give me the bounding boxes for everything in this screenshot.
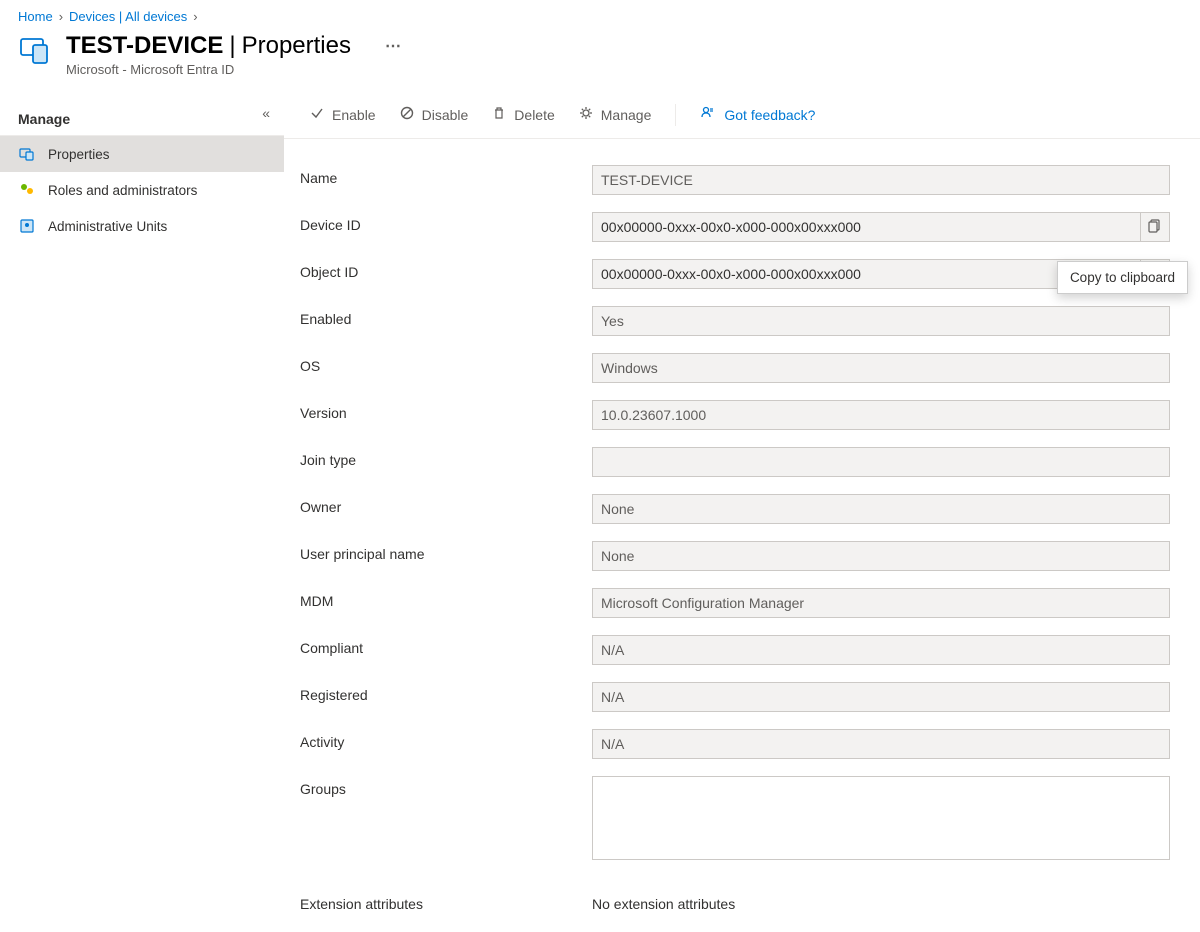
label-mdm: MDM xyxy=(300,588,592,609)
checkmark-icon xyxy=(310,106,324,123)
row-join-type: Join type xyxy=(300,447,1170,477)
admin-units-icon xyxy=(18,217,36,235)
row-mdm: MDM xyxy=(300,588,1170,618)
input-enabled[interactable] xyxy=(592,306,1170,336)
breadcrumb: Home › Devices | All devices › xyxy=(0,0,1200,26)
row-device-id: Device ID xyxy=(300,212,1170,242)
label-os: OS xyxy=(300,353,592,374)
page-title-section: Properties xyxy=(242,32,351,60)
gear-icon xyxy=(579,106,593,123)
sidebar-heading: Manage xyxy=(0,101,284,136)
copy-tooltip: Copy to clipboard xyxy=(1057,261,1188,294)
page-subtitle: Microsoft - Microsoft Entra ID xyxy=(66,62,403,77)
input-join-type[interactable] xyxy=(592,447,1170,477)
collapse-sidebar-button[interactable]: « xyxy=(262,105,270,121)
page-header: TEST-DEVICE | Properties ⋯ Microsoft - M… xyxy=(0,26,1200,91)
breadcrumb-devices[interactable]: Devices | All devices xyxy=(69,9,187,24)
label-upn: User principal name xyxy=(300,541,592,562)
input-owner[interactable] xyxy=(592,494,1170,524)
input-groups[interactable] xyxy=(592,776,1170,860)
label-join-type: Join type xyxy=(300,447,592,468)
label-ext-attrs: Extension attributes xyxy=(300,891,592,912)
copy-icon xyxy=(1148,219,1162,236)
copy-device-id-button[interactable] xyxy=(1140,212,1170,242)
row-object-id: Object ID xyxy=(300,259,1170,289)
label-owner: Owner xyxy=(300,494,592,515)
sidebar-item-label: Roles and administrators xyxy=(48,183,197,198)
page-title: TEST-DEVICE | Properties ⋯ xyxy=(66,32,403,60)
trash-icon xyxy=(492,106,506,123)
row-registered: Registered xyxy=(300,682,1170,712)
more-actions-button[interactable]: ⋯ xyxy=(385,36,403,56)
disable-button[interactable]: Disable xyxy=(390,100,479,129)
input-upn[interactable] xyxy=(592,541,1170,571)
sidebar-item-label: Administrative Units xyxy=(48,219,167,234)
toolbar: Enable Disable Delete Manage xyxy=(284,91,1200,139)
row-upn: User principal name xyxy=(300,541,1170,571)
disable-icon xyxy=(400,106,414,123)
label-activity: Activity xyxy=(300,729,592,750)
input-os[interactable] xyxy=(592,353,1170,383)
row-groups: Groups xyxy=(300,776,1170,860)
label-enabled: Enabled xyxy=(300,306,592,327)
row-owner: Owner xyxy=(300,494,1170,524)
sidebar-item-label: Properties xyxy=(48,147,110,162)
feedback-label: Got feedback? xyxy=(724,107,815,123)
manage-button[interactable]: Manage xyxy=(569,100,662,129)
sidebar: « Manage Properties Roles and administra… xyxy=(0,91,284,891)
enable-label: Enable xyxy=(332,107,376,123)
row-name: Name xyxy=(300,165,1170,195)
sidebar-item-roles[interactable]: Roles and administrators xyxy=(0,172,284,208)
input-activity[interactable] xyxy=(592,729,1170,759)
properties-form: Name Device ID Object ID xyxy=(284,139,1200,932)
input-registered[interactable] xyxy=(592,682,1170,712)
delete-button[interactable]: Delete xyxy=(482,100,564,129)
device-icon xyxy=(18,32,54,68)
input-name[interactable] xyxy=(592,165,1170,195)
row-enabled: Enabled xyxy=(300,306,1170,336)
breadcrumb-home[interactable]: Home xyxy=(18,9,53,24)
label-name: Name xyxy=(300,165,592,186)
input-device-id[interactable] xyxy=(592,212,1140,242)
chevron-right-icon: › xyxy=(193,9,197,24)
chevron-right-icon: › xyxy=(59,9,63,24)
feedback-button[interactable]: Got feedback? xyxy=(690,99,825,130)
label-version: Version xyxy=(300,400,592,421)
row-ext-attrs: Extension attributes No extension attrib… xyxy=(300,891,1170,912)
feedback-icon xyxy=(700,105,716,124)
toolbar-separator xyxy=(675,104,676,126)
content-area: Enable Disable Delete Manage xyxy=(284,91,1200,891)
row-activity: Activity xyxy=(300,729,1170,759)
input-version[interactable] xyxy=(592,400,1170,430)
enable-button[interactable]: Enable xyxy=(300,100,386,129)
page-title-sep: | xyxy=(229,32,235,60)
label-groups: Groups xyxy=(300,776,592,797)
label-object-id: Object ID xyxy=(300,259,592,280)
row-version: Version xyxy=(300,400,1170,430)
value-ext-attrs: No extension attributes xyxy=(592,891,1170,912)
label-device-id: Device ID xyxy=(300,212,592,233)
delete-label: Delete xyxy=(514,107,554,123)
label-compliant: Compliant xyxy=(300,635,592,656)
manage-label: Manage xyxy=(601,107,652,123)
input-compliant[interactable] xyxy=(592,635,1170,665)
label-registered: Registered xyxy=(300,682,592,703)
disable-label: Disable xyxy=(422,107,469,123)
input-mdm[interactable] xyxy=(592,588,1170,618)
device-properties-icon xyxy=(18,145,36,163)
roles-icon xyxy=(18,181,36,199)
row-compliant: Compliant xyxy=(300,635,1170,665)
sidebar-item-admin-units[interactable]: Administrative Units xyxy=(0,208,284,244)
sidebar-item-properties[interactable]: Properties xyxy=(0,136,284,172)
row-os: OS xyxy=(300,353,1170,383)
page-title-device: TEST-DEVICE xyxy=(66,32,223,60)
